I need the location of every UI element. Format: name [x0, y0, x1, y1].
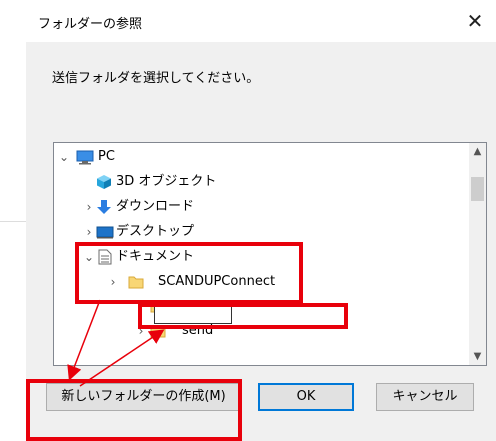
title-bar: フォルダーの参照 ✕ — [26, 0, 496, 42]
chevron-down-icon[interactable]: ⌄ — [57, 145, 71, 169]
instruction-text: 送信フォルダを選択してください。 — [52, 71, 260, 86]
scroll-thumb[interactable] — [471, 177, 484, 201]
tree-item-label: 3D オブジェクト — [116, 174, 217, 189]
highlight-box-documents — [75, 242, 303, 304]
chevron-right-icon[interactable]: › — [82, 195, 96, 219]
chevron-right-icon[interactable]: › — [82, 220, 96, 244]
scroll-up-icon[interactable]: ▲ — [469, 143, 486, 160]
close-icon[interactable]: ✕ — [462, 8, 488, 34]
tree-item-label: PC — [98, 149, 115, 164]
tree-item-label: ダウンロード — [116, 199, 195, 214]
cube-3d-icon — [96, 174, 112, 190]
desktop-icon — [96, 224, 114, 240]
cancel-button[interactable]: キャンセル — [376, 383, 474, 411]
tree-item-label: デスクトップ — [116, 224, 195, 239]
vertical-scrollbar[interactable]: ▲ ▼ — [469, 143, 486, 365]
monitor-icon — [76, 149, 94, 165]
folder-browse-dialog: フォルダーの参照 ✕ 送信フォルダを選択してください。 ⌄ PC 3D オブジェ… — [26, 0, 496, 441]
left-edge-line — [0, 221, 26, 222]
download-arrow-icon — [96, 199, 112, 215]
highlight-box-recv — [138, 303, 348, 329]
scroll-down-icon[interactable]: ▼ — [469, 348, 486, 365]
highlight-box-new-folder — [26, 379, 242, 441]
dialog-title: フォルダーの参照 — [38, 17, 143, 32]
ok-button[interactable]: OK — [258, 383, 354, 411]
